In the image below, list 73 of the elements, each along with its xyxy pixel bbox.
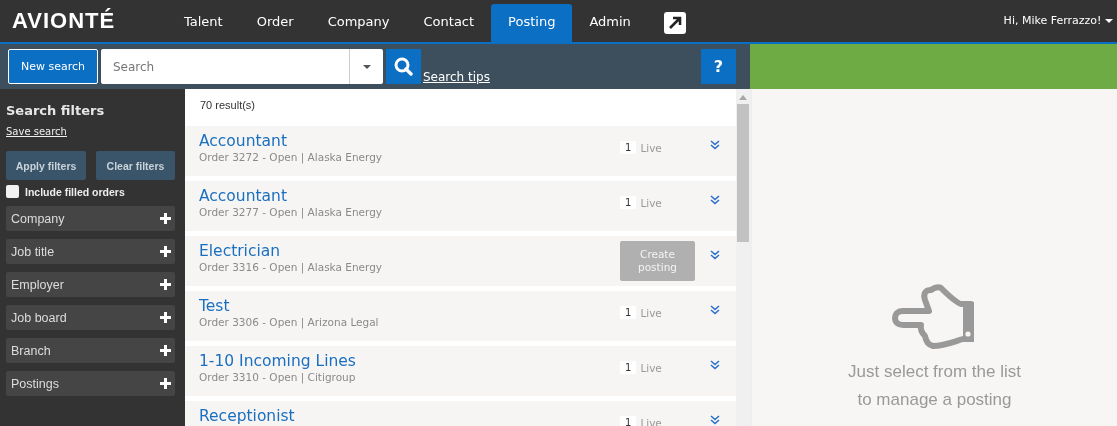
caret-icon xyxy=(1105,19,1113,23)
filter-accordion[interactable]: Job title xyxy=(6,239,175,264)
nav-tab[interactable]: Admin xyxy=(572,4,648,42)
result-count: 70 result(s) xyxy=(199,98,257,113)
plus-icon xyxy=(160,246,171,257)
double-chevron-icon xyxy=(710,195,720,205)
posting-count: 1 xyxy=(620,141,637,154)
nav-tab[interactable]: Talent xyxy=(167,4,240,42)
status-label: Live xyxy=(640,306,662,319)
job-title-link[interactable]: Receptionist xyxy=(199,406,620,426)
sidebar-title: Search filters xyxy=(6,103,106,118)
double-chevron-icon xyxy=(710,360,720,370)
scroll-up-icon xyxy=(739,95,747,100)
double-chevron-icon xyxy=(710,140,720,150)
job-title-link[interactable]: Electrician xyxy=(199,241,620,261)
search-button[interactable] xyxy=(386,49,421,84)
job-title-link[interactable]: Test xyxy=(199,296,620,316)
job-title-link[interactable]: 1-10 Incoming Lines xyxy=(199,351,620,371)
external-link-icon[interactable] xyxy=(663,12,686,34)
plus-icon xyxy=(160,213,171,224)
filter-accordion[interactable]: Employer xyxy=(6,272,175,297)
status-label: Live xyxy=(640,196,662,209)
posting-count: 1 xyxy=(620,361,637,374)
double-chevron-icon xyxy=(710,250,720,260)
checkbox[interactable] xyxy=(6,185,19,198)
apply-filters-button[interactable]: Apply filters xyxy=(6,151,86,180)
filter-accordion[interactable]: Branch xyxy=(6,338,175,363)
status-label: Live xyxy=(640,361,662,374)
plus-icon xyxy=(160,279,171,290)
logo: AVIONTÉ xyxy=(11,8,117,34)
nav-tab[interactable]: Order xyxy=(239,4,311,42)
empty-state-message: Just select from the list to manage a posting xyxy=(847,361,1022,411)
status-label: Live xyxy=(640,416,662,426)
status-label: Live xyxy=(640,141,662,154)
filter-accordion[interactable]: Postings xyxy=(6,371,175,396)
nav-tab[interactable]: Contact xyxy=(406,4,492,42)
nav-tab[interactable]: Company xyxy=(310,4,407,42)
job-title-link[interactable]: Accountant xyxy=(199,186,620,206)
order-details: Order 3272 - Open | Alaska Energy xyxy=(199,151,384,163)
clear-filters-button[interactable]: Clear filters xyxy=(96,151,175,180)
save-search-link[interactable]: Save search xyxy=(6,126,67,137)
order-details: Order 3277 - Open | Alaska Energy xyxy=(199,206,384,218)
filter-accordion[interactable]: Job board xyxy=(6,305,175,330)
plus-icon xyxy=(160,312,171,323)
scrollbar-thumb[interactable] xyxy=(737,104,749,242)
caret-icon xyxy=(362,64,371,69)
result-row[interactable]: 1-10 Incoming Lines Order 3310 - Open | Citigroup 1 Live xyxy=(185,346,736,396)
result-row[interactable]: Receptionist 1 Live xyxy=(185,401,736,426)
double-chevron-icon xyxy=(710,305,720,315)
user-menu[interactable]: Hi, Mike Ferrazzo! xyxy=(1003,14,1117,27)
new-search-button[interactable]: New search xyxy=(8,49,98,84)
order-details: Order 3306 - Open | Arizona Legal xyxy=(199,316,380,328)
plus-icon xyxy=(160,378,171,389)
search-tips-link[interactable]: Search tips xyxy=(423,70,490,84)
plus-icon xyxy=(160,345,171,356)
order-details: Order 3310 - Open | Citigroup xyxy=(199,371,357,383)
posting-count: 1 xyxy=(620,196,637,209)
result-row[interactable]: Electrician Order 3316 - Open | Alaska Energy Create posting xyxy=(185,236,736,286)
order-details: Order 3316 - Open | Alaska Energy xyxy=(199,261,384,273)
search-field[interactable]: Search xyxy=(101,49,349,84)
posting-count: 1 xyxy=(620,416,637,426)
scrollbar[interactable] xyxy=(736,89,750,426)
filter-accordion[interactable]: Company xyxy=(6,206,175,231)
result-row[interactable]: Accountant Order 3277 - Open | Alaska Energy 1 Live xyxy=(185,181,736,231)
nav-tab[interactable]: Posting xyxy=(491,4,573,42)
search-icon xyxy=(394,57,413,76)
double-chevron-icon xyxy=(710,415,720,425)
job-title-link[interactable]: Accountant xyxy=(199,131,620,151)
result-row[interactable]: Test Order 3306 - Open | Arizona Legal 1 Live xyxy=(185,291,736,341)
result-row[interactable]: Accountant Order 3272 - Open | Alaska Energy 1 Live xyxy=(185,126,736,176)
help-button[interactable]: ? xyxy=(701,49,736,84)
posting-count: 1 xyxy=(620,306,637,319)
checkbox-label: Include filled orders xyxy=(25,185,125,198)
